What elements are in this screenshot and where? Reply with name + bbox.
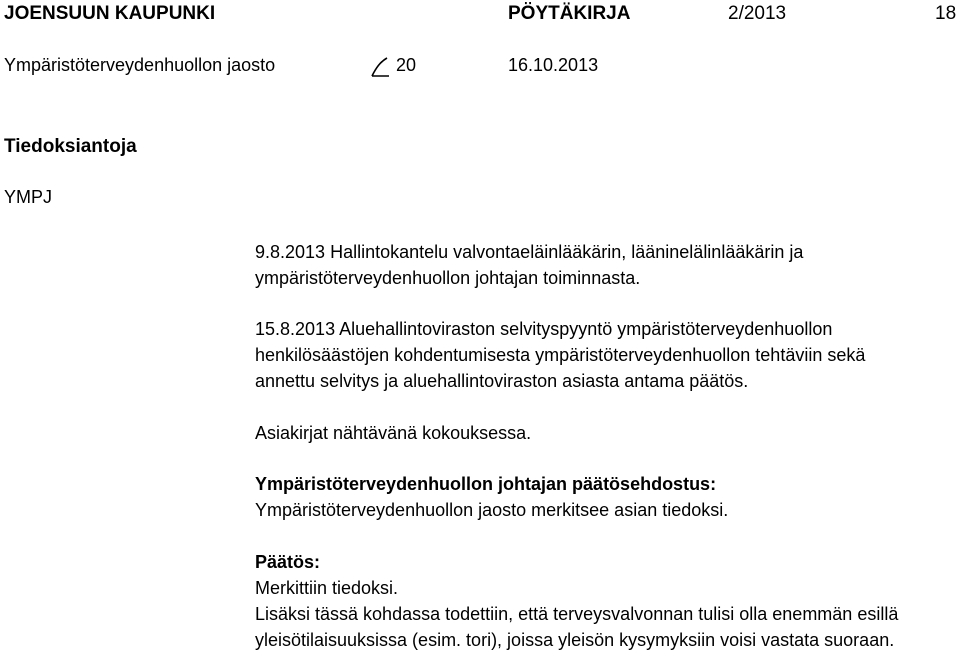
- decision-line-2: Lisäksi tässä kohdassa todettiin, että t…: [255, 604, 899, 624]
- section-title: Tiedoksiantoja: [4, 136, 137, 157]
- document-number: 2/2013: [728, 3, 787, 24]
- decision-heading: Päätös:: [255, 552, 321, 572]
- notice-item-1: 9.8.2013 Hallintokantelu valvontaeläinlä…: [255, 239, 955, 291]
- notice-item-1-line-2: ympäristöterveydenhuollon johtajan toimi…: [255, 268, 641, 288]
- notice-item-2: 15.8.2013 Aluehallintoviraston selvitysp…: [255, 316, 955, 394]
- section-number: 20: [396, 55, 417, 75]
- proposal-block: Ympäristöterveydenhuollon johtajan päätö…: [255, 471, 955, 523]
- meeting-date: 16.10.2013: [508, 55, 599, 75]
- notice-item-1-line-1: 9.8.2013 Hallintokantelu valvontaeläinlä…: [255, 242, 804, 262]
- notice-item-2-line-3: annettu selvitys ja aluehallintoviraston…: [255, 371, 749, 391]
- document-type: PÖYTÄKIRJA: [508, 3, 631, 24]
- decision-line-3: yleisötilaisuuksissa (esim. tori), joiss…: [255, 630, 895, 650]
- section-code: YMPJ: [4, 187, 53, 207]
- proposal-text: Ympäristöterveydenhuollon jaosto merkits…: [255, 500, 729, 520]
- notice-item-2-line-2: henkilösäästöjen kohdentumisesta ympäris…: [255, 345, 866, 365]
- documents-note-text: Asiakirjat nähtävänä kokouksessa.: [255, 423, 532, 443]
- page-number: 18: [935, 3, 957, 24]
- organization-name: JOENSUUN KAUPUNKI: [4, 3, 216, 24]
- documents-note: Asiakirjat nähtävänä kokouksessa.: [255, 420, 955, 446]
- section-mark-icon: [371, 57, 389, 77]
- decision-block: Päätös: Merkittiin tiedoksi. Lisäksi täs…: [255, 549, 955, 653]
- committee-name: Ympäristöterveydenhuollon jaosto: [4, 55, 276, 75]
- notice-item-2-line-1: 15.8.2013 Aluehallintoviraston selvitysp…: [255, 319, 833, 339]
- proposal-heading: Ympäristöterveydenhuollon johtajan päätö…: [255, 474, 717, 494]
- decision-line-1: Merkittiin tiedoksi.: [255, 578, 399, 598]
